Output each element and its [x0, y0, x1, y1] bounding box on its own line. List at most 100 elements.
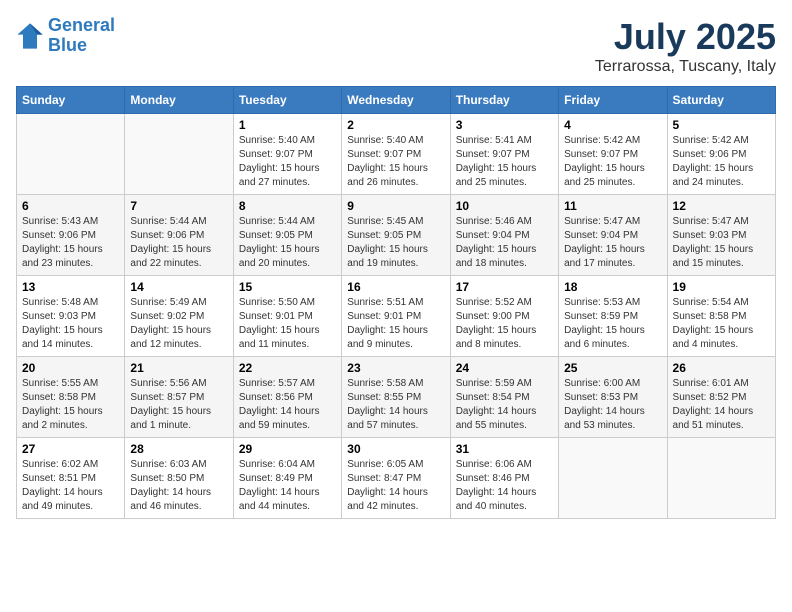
day-number: 13 [22, 280, 119, 294]
table-row: 22Sunrise: 5:57 AM Sunset: 8:56 PM Dayli… [233, 357, 341, 438]
day-number: 6 [22, 199, 119, 213]
day-number: 11 [564, 199, 661, 213]
table-row: 31 Sunrise: 6:06 AM Sunset: 8:46 PM Dayli… [450, 438, 558, 519]
calendar-week-row: 6 Sunrise: 5:43 AM Sunset: 9:06 PM Daylig… [17, 195, 776, 276]
header-sunday: Sunday [17, 87, 125, 114]
day-number: 17 [456, 280, 553, 294]
day-info: Sunrise: 6:03 AM Sunset: 8:50 PM Dayligh… [130, 458, 227, 514]
logo-icon [16, 22, 44, 50]
day-number: 9 [347, 199, 444, 213]
table-row: 30Sunrise: 6:05 AM Sunset: 8:47 PM Dayli… [342, 438, 450, 519]
table-row: 1Sunrise: 5:40 AM Sunset: 9:07 PM Daylig… [233, 114, 341, 195]
day-number: 19 [673, 280, 770, 294]
table-row [559, 438, 667, 519]
day-info: Sunrise: 5:56 AM Sunset: 8:57 PM Dayligh… [130, 377, 227, 433]
header-saturday: Saturday [667, 87, 775, 114]
table-row: 2 Sunrise: 5:40 AM Sunset: 9:07 PM Daylig… [342, 114, 450, 195]
day-number: 7 [130, 199, 227, 213]
table-row: 8Sunrise: 5:44 AM Sunset: 9:05 PM Daylig… [233, 195, 341, 276]
day-number: 10 [456, 199, 553, 213]
day-number: 18 [564, 280, 661, 294]
table-row: 21 Sunrise: 5:56 AM Sunset: 8:57 PM Dayli… [125, 357, 233, 438]
calendar-subtitle: Terrarossa, Tuscany, Italy [595, 58, 776, 76]
day-number: 15 [239, 280, 336, 294]
table-row: 3 Sunrise: 5:41 AM Sunset: 9:07 PM Daylig… [450, 114, 558, 195]
table-row: 13Sunrise: 5:48 AM Sunset: 9:03 PM Dayli… [17, 276, 125, 357]
logo-line2: Blue [48, 35, 87, 55]
day-info: Sunrise: 6:02 AM Sunset: 8:51 PM Dayligh… [22, 458, 119, 514]
day-number: 3 [456, 118, 553, 132]
calendar-title: July 2025 [595, 16, 776, 58]
table-row: 19 Sunrise: 5:54 AM Sunset: 8:58 PM Dayli… [667, 276, 775, 357]
header-thursday: Thursday [450, 87, 558, 114]
day-number: 28 [130, 442, 227, 456]
table-row [667, 438, 775, 519]
day-number: 25 [564, 361, 661, 375]
day-info: Sunrise: 5:51 AM Sunset: 9:01 PM Dayligh… [347, 296, 444, 352]
day-number: 12 [673, 199, 770, 213]
day-info: Sunrise: 5:44 AM Sunset: 9:06 PM Dayligh… [130, 215, 227, 271]
day-number: 29 [239, 442, 336, 456]
header-monday: Monday [125, 87, 233, 114]
day-info: Sunrise: 5:40 AM Sunset: 9:07 PM Dayligh… [239, 134, 336, 190]
day-info: Sunrise: 6:00 AM Sunset: 8:53 PM Dayligh… [564, 377, 661, 433]
table-row: 27 Sunrise: 6:02 AM Sunset: 8:51 PM Dayli… [17, 438, 125, 519]
day-number: 5 [673, 118, 770, 132]
day-number: 21 [130, 361, 227, 375]
table-row: 9 Sunrise: 5:45 AM Sunset: 9:05 PM Daylig… [342, 195, 450, 276]
day-info: Sunrise: 5:45 AM Sunset: 9:05 PM Dayligh… [347, 215, 444, 271]
table-row: 25 Sunrise: 6:00 AM Sunset: 8:53 PM Dayli… [559, 357, 667, 438]
table-row: 23 Sunrise: 5:58 AM Sunset: 8:55 PM Dayli… [342, 357, 450, 438]
table-row: 17 Sunrise: 5:52 AM Sunset: 9:00 PM Dayli… [450, 276, 558, 357]
table-row: 29 Sunrise: 6:04 AM Sunset: 8:49 PM Dayli… [233, 438, 341, 519]
day-info: Sunrise: 5:54 AM Sunset: 8:58 PM Dayligh… [673, 296, 770, 352]
day-info: Sunrise: 5:43 AM Sunset: 9:06 PM Dayligh… [22, 215, 119, 271]
calendar-week-row: 27 Sunrise: 6:02 AM Sunset: 8:51 PM Dayli… [17, 438, 776, 519]
day-info: Sunrise: 5:40 AM Sunset: 9:07 PM Dayligh… [347, 134, 444, 190]
table-row: 18 Sunrise: 5:53 AM Sunset: 8:59 PM Dayli… [559, 276, 667, 357]
day-info: Sunrise: 5:42 AM Sunset: 9:07 PM Dayligh… [564, 134, 661, 190]
day-number: 26 [673, 361, 770, 375]
page-header: General Blue July 2025 Terrarossa, Tusca… [16, 16, 776, 76]
calendar-table: Sunday Monday Tuesday Wednesday Thursday… [16, 86, 776, 519]
day-info: Sunrise: 5:55 AM Sunset: 8:58 PM Dayligh… [22, 377, 119, 433]
table-row: 6 Sunrise: 5:43 AM Sunset: 9:06 PM Daylig… [17, 195, 125, 276]
day-info: Sunrise: 5:59 AM Sunset: 8:54 PM Dayligh… [456, 377, 553, 433]
day-info: Sunrise: 5:42 AM Sunset: 9:06 PM Dayligh… [673, 134, 770, 190]
day-number: 24 [456, 361, 553, 375]
table-row: 10 Sunrise: 5:46 AM Sunset: 9:04 PM Dayli… [450, 195, 558, 276]
day-info: Sunrise: 5:41 AM Sunset: 9:07 PM Dayligh… [456, 134, 553, 190]
calendar-week-row: 13Sunrise: 5:48 AM Sunset: 9:03 PM Dayli… [17, 276, 776, 357]
table-row: 11 Sunrise: 5:47 AM Sunset: 9:04 PM Dayli… [559, 195, 667, 276]
table-row [125, 114, 233, 195]
day-info: Sunrise: 5:57 AM Sunset: 8:56 PM Dayligh… [239, 377, 336, 433]
day-number: 2 [347, 118, 444, 132]
day-number: 14 [130, 280, 227, 294]
day-number: 27 [22, 442, 119, 456]
day-number: 23 [347, 361, 444, 375]
table-row: 12 Sunrise: 5:47 AM Sunset: 9:03 PM Dayli… [667, 195, 775, 276]
day-info: Sunrise: 5:49 AM Sunset: 9:02 PM Dayligh… [130, 296, 227, 352]
day-info: Sunrise: 5:52 AM Sunset: 9:00 PM Dayligh… [456, 296, 553, 352]
table-row: 28 Sunrise: 6:03 AM Sunset: 8:50 PM Dayli… [125, 438, 233, 519]
day-info: Sunrise: 6:04 AM Sunset: 8:49 PM Dayligh… [239, 458, 336, 514]
day-number: 30 [347, 442, 444, 456]
table-row: 20Sunrise: 5:55 AM Sunset: 8:58 PM Dayli… [17, 357, 125, 438]
title-block: July 2025 Terrarossa, Tuscany, Italy [595, 16, 776, 76]
day-info: Sunrise: 5:47 AM Sunset: 9:04 PM Dayligh… [564, 215, 661, 271]
header-tuesday: Tuesday [233, 87, 341, 114]
day-info: Sunrise: 5:44 AM Sunset: 9:05 PM Dayligh… [239, 215, 336, 271]
day-info: Sunrise: 5:53 AM Sunset: 8:59 PM Dayligh… [564, 296, 661, 352]
day-number: 31 [456, 442, 553, 456]
day-info: Sunrise: 5:58 AM Sunset: 8:55 PM Dayligh… [347, 377, 444, 433]
day-info: Sunrise: 5:46 AM Sunset: 9:04 PM Dayligh… [456, 215, 553, 271]
header-friday: Friday [559, 87, 667, 114]
logo-line1: General [48, 15, 115, 35]
day-number: 4 [564, 118, 661, 132]
day-number: 16 [347, 280, 444, 294]
day-info: Sunrise: 6:06 AM Sunset: 8:46 PM Dayligh… [456, 458, 553, 514]
day-info: Sunrise: 5:47 AM Sunset: 9:03 PM Dayligh… [673, 215, 770, 271]
table-row: 7 Sunrise: 5:44 AM Sunset: 9:06 PM Daylig… [125, 195, 233, 276]
table-row: 26Sunrise: 6:01 AM Sunset: 8:52 PM Dayli… [667, 357, 775, 438]
header-wednesday: Wednesday [342, 87, 450, 114]
